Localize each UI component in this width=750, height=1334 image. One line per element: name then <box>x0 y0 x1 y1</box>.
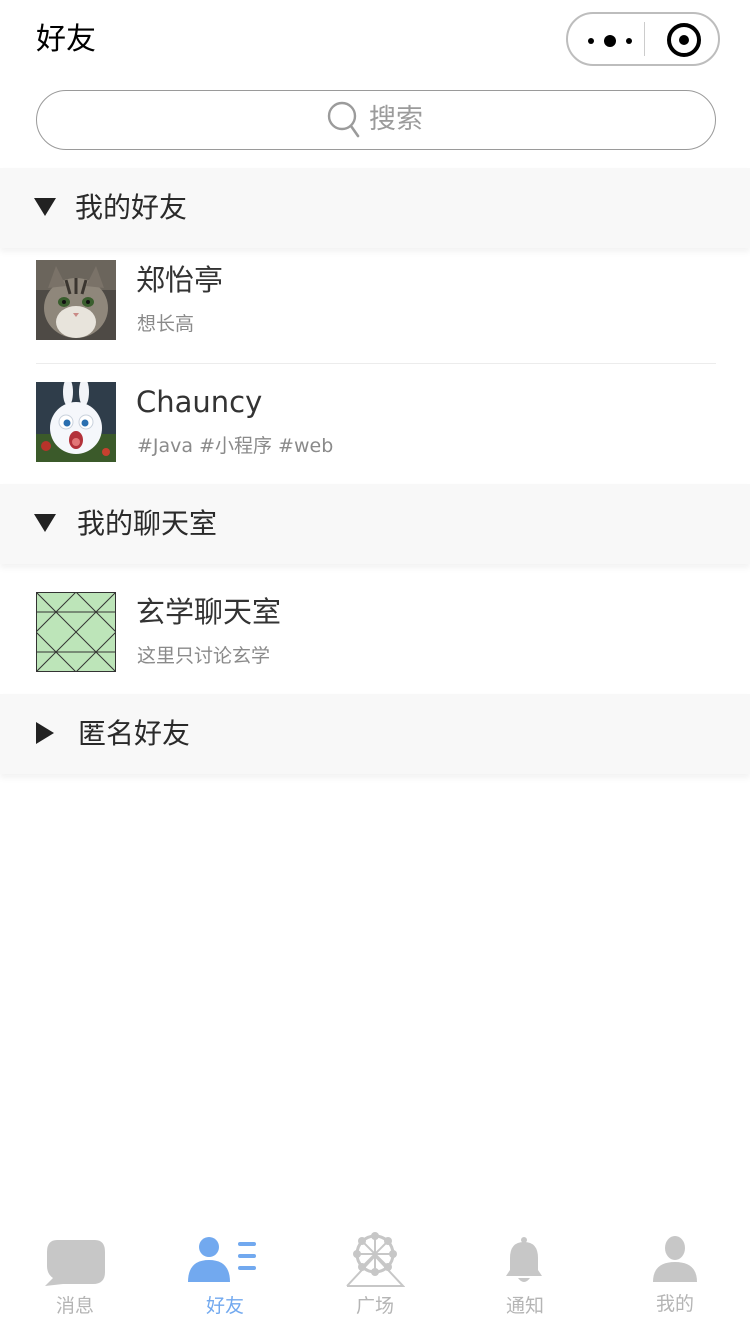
chatroom-item[interactable]: 玄学聊天室 这里只讨论玄学 <box>0 574 750 696</box>
tab-label: 我的 <box>655 1293 694 1315</box>
tab-label: 消息 <box>55 1295 94 1317</box>
triangle-down-icon <box>34 514 56 532</box>
tab-bar: 消息 好友 广场 通知 我的 <box>0 1222 750 1334</box>
search-bar[interactable]: 搜索 <box>36 90 716 150</box>
more-dot-icon <box>588 38 594 44</box>
avatar <box>36 260 116 340</box>
rabbit-avatar-icon <box>36 382 116 462</box>
group-title: 我的聊天室 <box>77 507 218 540</box>
placeholder-image-icon <box>36 592 116 672</box>
friend-signature: 想长高 <box>137 313 195 335</box>
tab-friends[interactable]: 好友 <box>150 1222 300 1334</box>
group-title: 我的好友 <box>75 191 188 224</box>
ferris-wheel-icon <box>346 1232 405 1287</box>
group-header-my-chatrooms[interactable]: 我的聊天室 <box>0 484 750 564</box>
tab-notifications[interactable]: 通知 <box>450 1222 600 1334</box>
tab-label: 好友 <box>205 1295 244 1317</box>
cat-avatar-icon <box>36 260 116 340</box>
friend-tags: #Java #小程序 #web <box>137 435 334 457</box>
friend-name: 郑怡亭 <box>136 263 224 297</box>
tab-messages[interactable]: 消息 <box>0 1222 150 1334</box>
friend-name: Chauncy <box>136 385 263 419</box>
target-circle-icon <box>667 23 701 57</box>
search-placeholder: 搜索 <box>369 104 423 135</box>
friend-item[interactable]: Chauncy #Java #小程序 #web <box>0 364 750 486</box>
tab-square[interactable]: 广场 <box>300 1222 450 1334</box>
avatar <box>36 592 116 672</box>
tab-label: 广场 <box>355 1295 394 1317</box>
more-menu-button[interactable] <box>568 14 644 64</box>
friends-icon <box>188 1237 256 1282</box>
search-icon <box>327 101 360 138</box>
avatar <box>36 382 116 462</box>
bell-icon <box>506 1237 542 1282</box>
chatroom-name: 玄学聊天室 <box>136 595 282 629</box>
triangle-down-icon <box>34 198 56 216</box>
chatroom-description: 这里只讨论玄学 <box>137 645 271 667</box>
close-mini-program-button[interactable] <box>645 14 720 64</box>
tab-profile[interactable]: 我的 <box>600 1222 750 1334</box>
chat-bubble-icon <box>45 1240 105 1286</box>
group-header-my-friends[interactable]: 我的好友 <box>0 168 750 248</box>
more-dot-icon <box>626 38 632 44</box>
group-header-anonymous-friends[interactable]: 匿名好友 <box>0 694 750 774</box>
page-title: 好友 <box>36 22 96 57</box>
person-icon <box>653 1236 697 1282</box>
triangle-right-icon <box>36 722 54 744</box>
more-dot-icon <box>604 35 616 47</box>
mini-program-capsule <box>566 12 720 66</box>
navigation-bar: 好友 <box>0 0 750 82</box>
friend-item[interactable]: 郑怡亭 想长高 <box>0 242 750 364</box>
group-title: 匿名好友 <box>78 717 191 750</box>
tab-label: 通知 <box>505 1295 544 1317</box>
